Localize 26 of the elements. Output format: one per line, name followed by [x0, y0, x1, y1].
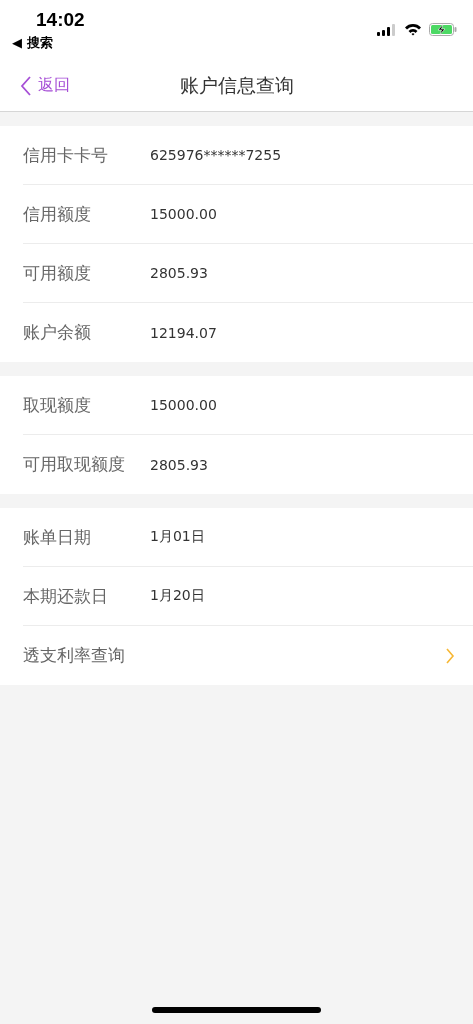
wifi-icon — [404, 23, 422, 36]
field-label: 信用额度 — [23, 202, 92, 226]
field-value: 1月01日 — [150, 528, 205, 546]
field-value: 2805.93 — [150, 456, 208, 473]
back-button[interactable]: 返回 — [0, 65, 70, 106]
field-label: 本期还款日 — [23, 584, 109, 608]
field-label: 账单日期 — [23, 525, 92, 549]
field-value: 625976******7255 — [150, 147, 282, 163]
field-value: 15000.00 — [150, 397, 217, 413]
field-label: 可用取现额度 — [23, 453, 126, 476]
signal-icon — [377, 23, 397, 36]
field-value: 2805.93 — [150, 265, 208, 281]
battery-charging-icon — [429, 23, 457, 36]
field-label: 信用卡卡号 — [23, 143, 109, 167]
field-label: 取现额度 — [23, 393, 92, 417]
status-time: 14:02 — [35, 9, 85, 31]
chevron-right-icon — [445, 647, 455, 664]
field-label: 账户余额 — [23, 321, 92, 344]
field-value: 15000.00 — [150, 206, 217, 222]
field-value: 1月20日 — [150, 587, 205, 605]
field-label: 可用额度 — [23, 261, 92, 285]
menu-item[interactable]: 透支利率查询 — [23, 626, 473, 685]
field-value: 12194.07 — [150, 324, 217, 341]
page-title: 账户信息查询 — [178, 73, 295, 98]
back-to-app-link[interactable]: ◀ 搜索 — [12, 33, 85, 53]
chevron-left-icon — [20, 75, 32, 96]
